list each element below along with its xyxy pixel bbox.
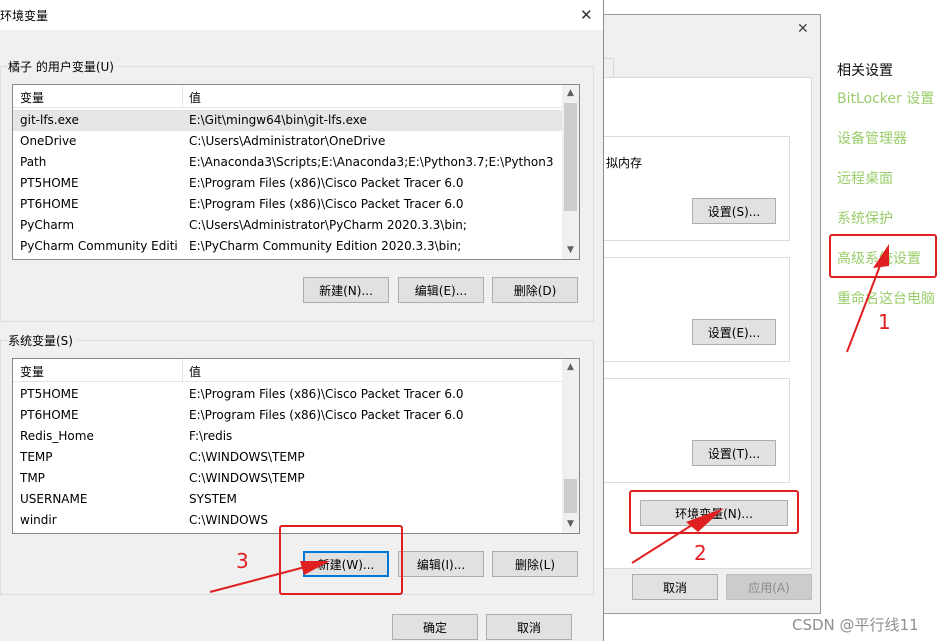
annotation-arrows bbox=[209, 244, 889, 593]
step-number-2: 2 bbox=[694, 541, 707, 565]
watermark: CSDN @平行线11 bbox=[792, 616, 919, 634]
arrow-line-2 bbox=[631, 524, 693, 564]
step-number-3: 3 bbox=[236, 549, 249, 573]
arrow-line-3 bbox=[209, 566, 306, 593]
arrow-line-1 bbox=[846, 257, 884, 353]
arrow-head-1 bbox=[873, 244, 889, 268]
step-number-1: 1 bbox=[878, 310, 891, 334]
arrow-head-2 bbox=[686, 508, 724, 532]
arrow-head-3 bbox=[300, 561, 330, 575]
